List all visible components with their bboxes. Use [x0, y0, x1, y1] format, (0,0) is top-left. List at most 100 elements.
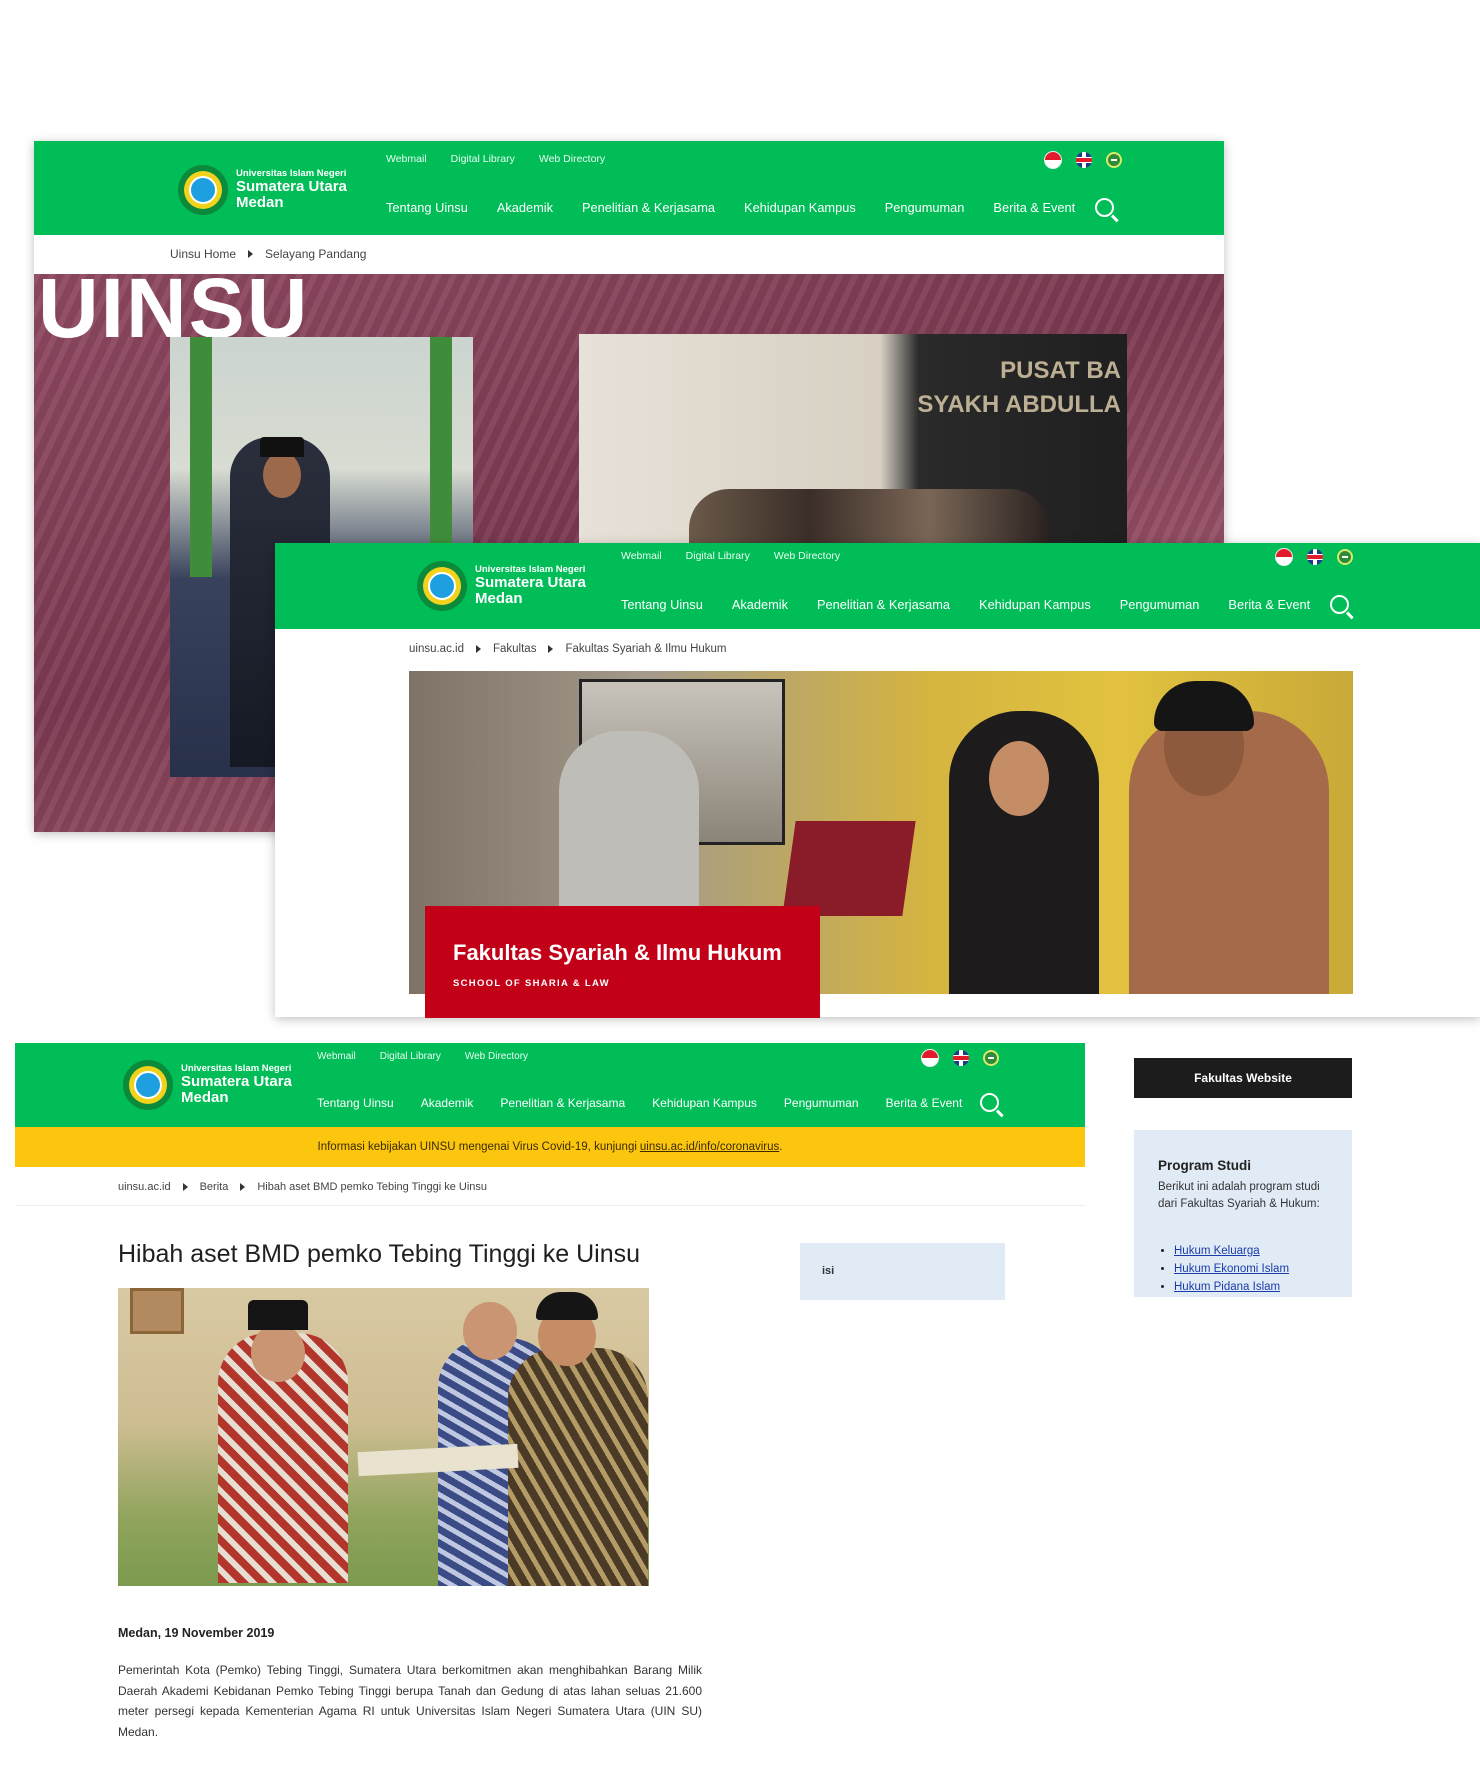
breadcrumb-arrow-icon [240, 1183, 246, 1191]
covid-notice-bar: Informasi kebijakan UINSU mengenai Virus… [15, 1127, 1085, 1167]
search-icon[interactable] [1095, 198, 1115, 217]
nav-akademik[interactable]: Akademik [497, 200, 553, 215]
faculty-title-card: Fakultas Syariah & Ilmu Hukum SCHOOL OF … [425, 906, 820, 1018]
nav-tentang-uinsu[interactable]: Tentang Uinsu [386, 200, 468, 215]
nav-kehidupan-kampus[interactable]: Kehidupan Kampus [979, 597, 1091, 612]
article-date: Medan, 19 November 2019 [118, 1626, 275, 1640]
calligraphy-room-photo: PUSAT BA SYAKH ABDULLA [579, 334, 1127, 544]
covid-notice-end: . [779, 1141, 783, 1153]
nav-akademik[interactable]: Akademik [732, 597, 788, 612]
covid-info-link[interactable]: uinsu.ac.id/info/coronavirus [640, 1141, 779, 1153]
breadcrumb-current: Hibah aset BMD pemko Tebing Tinggi ke Ui… [257, 1181, 488, 1193]
nav-pengumuman[interactable]: Pengumuman [1120, 597, 1200, 612]
main-nav: Tentang Uinsu Akademik Penelitian & Kerj… [386, 198, 1115, 217]
uinsu-emblem-icon [417, 561, 467, 611]
divider [15, 1205, 1085, 1206]
language-switcher [1275, 548, 1353, 566]
nav-akademik[interactable]: Akademik [421, 1096, 474, 1110]
nav-pengumuman[interactable]: Pengumuman [784, 1096, 859, 1110]
uinsu-emblem-icon [178, 165, 228, 215]
covid-notice-text: Informasi kebijakan UINSU mengenai Virus… [317, 1141, 637, 1153]
nav-berita-event[interactable]: Berita & Event [1228, 597, 1310, 612]
article-photo [118, 1288, 649, 1586]
breadcrumb-home[interactable]: uinsu.ac.id [118, 1181, 171, 1193]
program-studi-description: Berikut ini adalah program studi dari Fa… [1158, 1181, 1320, 1210]
side-info-box: isi [800, 1243, 1005, 1300]
logo-line-2: Sumatera Utara [475, 574, 586, 592]
breadcrumb-arrow-icon [548, 645, 554, 653]
digital-library-link[interactable]: Digital Library [686, 550, 750, 562]
nav-pengumuman[interactable]: Pengumuman [885, 200, 965, 215]
uinsu-logo[interactable]: Universitas Islam Negeri Sumatera Utara … [417, 561, 586, 611]
digital-library-link[interactable]: Digital Library [451, 153, 515, 165]
breadcrumb-home[interactable]: uinsu.ac.id [409, 643, 464, 655]
nav-berita-event[interactable]: Berita & Event [886, 1096, 963, 1110]
list-item: Hukum Ekonomi Islam [1174, 1260, 1289, 1278]
article-body: Pemerintah Kota (Pemko) Tebing Tinggi, S… [118, 1663, 702, 1736]
list-item: Hukum Pidana Islam [1174, 1278, 1289, 1296]
id-flag-icon[interactable] [1275, 548, 1293, 566]
language-switcher [921, 1049, 999, 1067]
id-flag-icon[interactable] [921, 1049, 939, 1067]
photo-wall-text: PUSAT BA SYAKH ABDULLA [917, 357, 1121, 418]
breadcrumb-fakultas[interactable]: Fakultas [493, 643, 536, 655]
nav-berita-event[interactable]: Berita & Event [993, 200, 1075, 215]
main-nav: Tentang Uinsu Akademik Penelitian & Kerj… [621, 595, 1350, 614]
program-list: Hukum Keluarga Hukum Ekonomi Islam Hukum… [1158, 1242, 1289, 1296]
faculty-subtitle: SCHOOL OF SHARIA & LAW [453, 978, 610, 989]
uk-flag-icon[interactable] [953, 1050, 969, 1066]
nav-tentang-uinsu[interactable]: Tentang Uinsu [317, 1096, 394, 1110]
nav-penelitian-kerjasama[interactable]: Penelitian & Kerjasama [582, 200, 715, 215]
nav-tentang-uinsu[interactable]: Tentang Uinsu [621, 597, 703, 612]
digital-library-link[interactable]: Digital Library [380, 1051, 441, 1062]
article-title: Hibah aset BMD pemko Tebing Tinggi ke Ui… [118, 1240, 641, 1268]
breadcrumb: uinsu.ac.id Fakultas Fakultas Syariah & … [409, 643, 727, 655]
side-info-label: isi [822, 1265, 835, 1277]
search-icon[interactable] [1330, 595, 1350, 614]
nav-kehidupan-kampus[interactable]: Kehidupan Kampus [744, 200, 856, 215]
language-switcher [1044, 151, 1122, 169]
program-link-hukum-ekonomi-islam[interactable]: Hukum Ekonomi Islam [1174, 1263, 1289, 1275]
uinsu-logo[interactable]: Universitas Islam Negeri Sumatera Utara … [123, 1060, 292, 1110]
program-studi-card: Program Studi Berikut ini adalah program… [1134, 1130, 1352, 1297]
uinsu-emblem-icon [123, 1060, 173, 1110]
main-nav: Tentang Uinsu Akademik Penelitian & Kerj… [317, 1093, 1000, 1112]
nav-kehidupan-kampus[interactable]: Kehidupan Kampus [652, 1096, 757, 1110]
web-directory-link[interactable]: Web Directory [774, 550, 840, 562]
faculty-title: Fakultas Syariah & Ilmu Hukum [453, 940, 782, 965]
breadcrumb: Uinsu Home Selayang Pandang [170, 247, 366, 261]
saudi-flag-icon[interactable] [1106, 152, 1122, 168]
list-item: Hukum Keluarga [1174, 1242, 1289, 1260]
id-flag-icon[interactable] [1044, 151, 1062, 169]
top-links: Webmail Digital Library Web Directory [386, 153, 605, 165]
program-studi-heading: Program Studi [1158, 1158, 1252, 1173]
breadcrumb: uinsu.ac.id Berita Hibah aset BMD pemko … [118, 1181, 487, 1193]
web-directory-link[interactable]: Web Directory [539, 153, 605, 165]
breadcrumb-home[interactable]: Uinsu Home [170, 247, 236, 261]
webmail-link[interactable]: Webmail [621, 550, 662, 562]
uk-flag-icon[interactable] [1307, 549, 1323, 565]
breadcrumb-current: Fakultas Syariah & Ilmu Hukum [565, 643, 727, 655]
web-directory-link[interactable]: Web Directory [465, 1051, 528, 1062]
logo-line-2: Sumatera Utara [181, 1073, 292, 1091]
nav-penelitian-kerjasama[interactable]: Penelitian & Kerjasama [817, 597, 950, 612]
logo-line-2: Sumatera Utara [236, 178, 347, 196]
logo-line-3: Medan [475, 589, 523, 607]
webmail-link[interactable]: Webmail [317, 1051, 356, 1062]
fakultas-website-button[interactable]: Fakultas Website [1134, 1058, 1352, 1098]
nav-penelitian-kerjasama[interactable]: Penelitian & Kerjasama [500, 1096, 625, 1110]
saudi-flag-icon[interactable] [983, 1050, 999, 1066]
breadcrumb-current: Selayang Pandang [265, 247, 367, 261]
program-link-hukum-keluarga[interactable]: Hukum Keluarga [1174, 1245, 1260, 1257]
breadcrumb-arrow-icon [182, 1183, 188, 1191]
uinsu-logo[interactable]: Universitas Islam Negeri Sumatera Utara … [178, 165, 347, 215]
uk-flag-icon[interactable] [1076, 152, 1092, 168]
breadcrumb-berita[interactable]: Berita [200, 1181, 229, 1193]
top-links: Webmail Digital Library Web Directory [317, 1051, 528, 1062]
search-icon[interactable] [980, 1093, 1000, 1112]
site-header: Universitas Islam Negeri Sumatera Utara … [34, 141, 1224, 235]
webmail-link[interactable]: Webmail [386, 153, 427, 165]
program-link-hukum-pidana-islam[interactable]: Hukum Pidana Islam [1174, 1281, 1280, 1293]
saudi-flag-icon[interactable] [1337, 549, 1353, 565]
top-links: Webmail Digital Library Web Directory [621, 550, 840, 562]
